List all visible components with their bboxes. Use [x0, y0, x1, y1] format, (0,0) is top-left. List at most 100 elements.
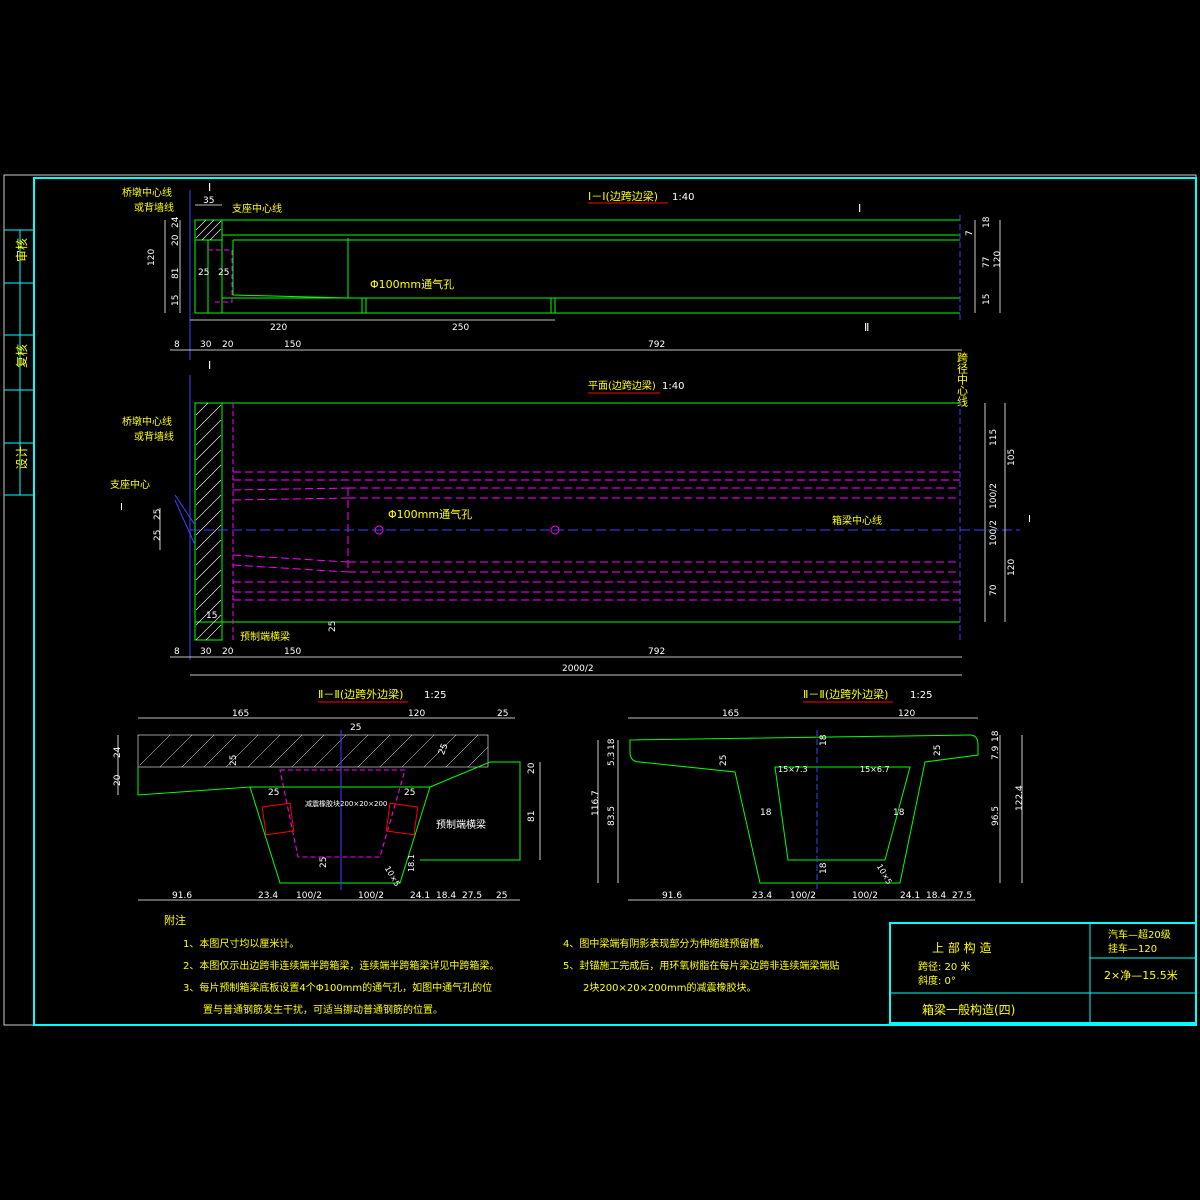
- plan-dim-left-0: 25: [153, 509, 163, 520]
- note-2: 2、本图仅示出边跨非连续端半跨箱梁，连续端半跨箱梁详见中跨箱梁。: [183, 959, 499, 972]
- s2b-bottom-3: 100/2: [852, 891, 878, 901]
- s2a-inner-dim-4: 25: [404, 788, 415, 798]
- plan-dim-right-4: 120: [1007, 559, 1017, 576]
- s2b-bottom-0: 91.6: [662, 891, 682, 901]
- plan-scale: 1:40: [662, 381, 684, 392]
- note-3b: 置与普通钢筋发生干扰，可适当挪动普通钢筋的位置。: [203, 1003, 443, 1016]
- s2b-left-1: 5.3: [607, 752, 617, 766]
- plan-dim-left-1: 25: [153, 530, 163, 541]
- section-1-title: Ⅰ－Ⅰ(边跨边梁): [588, 189, 658, 203]
- s2b-right-2: 96.5: [991, 806, 1001, 826]
- s2b-left-2: 116.7: [591, 790, 601, 816]
- s2b-left-3: 83.5: [607, 806, 617, 826]
- plan-dim-right-2: 100/2: [989, 483, 999, 509]
- section-1-cut-right: Ⅰ: [858, 202, 861, 215]
- side-label-recheck: 复核: [15, 344, 29, 368]
- s2a-bottom-7: 25: [496, 891, 507, 901]
- s2b-title: Ⅱ－Ⅱ(边跨外边梁): [803, 687, 888, 701]
- s2a-bottom-6: 27.5: [462, 891, 482, 901]
- plan-dim-right-0: 115: [989, 429, 999, 446]
- section-1-left-label-2: 或背墙线: [134, 201, 174, 214]
- plan-centerline-label: 箱梁中心线: [832, 514, 882, 527]
- side-label-review: 审核: [14, 238, 29, 262]
- s2a-scale: 1:25: [424, 690, 446, 701]
- s2a-small-2: 18.1: [407, 854, 416, 872]
- s1-dim-left-0: 120: [147, 249, 157, 266]
- s1-dim-right-3: 15: [982, 294, 992, 305]
- s2b-bottom-2: 100/2: [790, 891, 816, 901]
- section-1-bearing-label: 支座中心线: [232, 202, 282, 215]
- plan-dim-total: 2000/2: [562, 664, 594, 674]
- plan-cut-left: Ⅰ: [120, 502, 123, 513]
- plan-dim-bottom-1: 30: [200, 647, 212, 657]
- s2b-inner-1: 18: [819, 734, 829, 746]
- plan-dim-small-0: 15: [206, 611, 217, 621]
- s2a-bottom-5: 18.4: [436, 891, 456, 901]
- s2a-top-dim-2: 25: [497, 709, 508, 719]
- s2a-bottom-3: 100/2: [358, 891, 384, 901]
- plan-cut-right: Ⅰ: [1028, 514, 1031, 525]
- plan-view: 平面(边跨边梁) 1:40 桥墩中心线 或背墙线 支座中心 Φ100mm通气孔 …: [110, 352, 1031, 676]
- plan-left-label-1: 桥墩中心线: [122, 415, 172, 428]
- title-block: 上 部 构 造 跨径: 20 米 斜度: 0° 汽车—超20级 挂车—120 2…: [889, 922, 1197, 1024]
- section-1-cut-bottom: Ⅰ: [208, 359, 211, 372]
- plan-hatch: [195, 402, 222, 641]
- tb-span: 跨径: 20 米: [918, 960, 970, 973]
- plan-dim-small-1: 25: [328, 621, 338, 632]
- s2a-title: Ⅱ－Ⅱ(边跨外边梁): [318, 687, 403, 701]
- s1-dim-right-0: 7: [965, 230, 975, 236]
- s2a-bottom-2: 100/2: [296, 891, 322, 901]
- plan-dim-bottom-4: 792: [648, 647, 665, 657]
- s1-dim-mid-0: 220: [270, 323, 287, 333]
- drawing-canvas: 审核 复核 设计 Ⅰ－Ⅰ(边跨边梁) 1:40 桥墩中心线 或背墙线 支座中心线…: [3, 174, 1197, 1026]
- s2b-chamfer-0: 15×7.3: [778, 765, 808, 774]
- s2a-top-dim-0: 165: [232, 709, 249, 719]
- s2a-small-1: 10×5: [383, 865, 402, 889]
- s2b-right-1: 7.9: [991, 745, 1001, 760]
- plan-dim-right-3: 100/2: [989, 520, 999, 546]
- s2a-top-dim-1: 120: [408, 709, 425, 719]
- s2a-left-dim-0: 24: [113, 746, 123, 758]
- note-5: 5、封锚施工完成后，用环氧树脂在每片梁边跨非连续端梁端贴: [563, 959, 839, 972]
- s2b-chamfer-1: 15×6.7: [860, 765, 890, 774]
- s1-dim-bottom-0: 8: [174, 340, 180, 350]
- tb-load-2: 挂车—120: [1108, 942, 1157, 955]
- s2b-right-3: 122.4: [1015, 785, 1025, 811]
- s2b-top-dim-0: 165: [722, 709, 739, 719]
- s1-dim-left-6: 25: [218, 268, 229, 278]
- tb-drawing-name: 箱梁一般构造(四): [922, 1002, 1015, 1017]
- s1-dim-bottom-3: 150: [284, 340, 301, 350]
- s1-dim-right-2: 77: [982, 257, 992, 268]
- plan-dim-bottom-3: 150: [284, 647, 301, 657]
- plan-bearing-center: 支座中心: [110, 478, 150, 491]
- tb-part: 上 部 构 造: [932, 940, 991, 955]
- s2a-small-0: 25: [319, 857, 329, 868]
- plan-dim-right-5: 70: [989, 584, 999, 596]
- s1-dim-bottom-4: 792: [648, 340, 665, 350]
- s2b-right-0: 18: [991, 730, 1001, 742]
- tb-width: 2×净—15.5米: [1104, 968, 1178, 982]
- tb-skew: 斜度: 0°: [918, 974, 956, 987]
- s2b-top-dim-1: 120: [898, 709, 915, 719]
- notes: 附注 1、本图尺寸均以厘米计。 2、本图仅示出边跨非连续端半跨箱梁，连续端半跨箱…: [164, 913, 839, 1016]
- s2b-scale: 1:25: [910, 690, 932, 701]
- plan-title: 平面(边跨边梁): [588, 379, 656, 392]
- s1-dim-left-5: 25: [198, 268, 209, 278]
- section-1-view: Ⅰ－Ⅰ(边跨边梁) 1:40 桥墩中心线 或背墙线 支座中心线 Φ100mm通气…: [122, 181, 1003, 372]
- s2b-bottom-6: 27.5: [952, 891, 972, 901]
- s2a-bottom-1: 23.4: [258, 891, 278, 901]
- s2a-inner-dim-2: 25: [437, 742, 450, 756]
- plan-vent-label: Φ100mm通气孔: [388, 507, 472, 521]
- s1-dim-right-4: 120: [993, 251, 1003, 268]
- s2b-inner-4: 18: [893, 808, 905, 818]
- s2b-bottom-1: 23.4: [752, 891, 772, 901]
- section-2b-view: Ⅱ－Ⅱ(边跨外边梁) 1:25 165 120 15×7.3 15×6.7 25…: [591, 687, 1025, 901]
- s2a-rubber-label: 减震橡胶块200×20×200: [305, 799, 387, 808]
- s1-dim-bottom-1: 30: [200, 340, 212, 350]
- s2b-bottom-5: 18.4: [926, 891, 946, 901]
- s1-dim-top-0: 35: [203, 196, 214, 206]
- s2b-bottom-4: 24.1: [900, 891, 920, 901]
- s2a-end-beam-label: 预制端横梁: [436, 818, 486, 831]
- s2a-left-dim-1: 20: [113, 774, 123, 786]
- s2b-inner-5: 18: [819, 862, 829, 874]
